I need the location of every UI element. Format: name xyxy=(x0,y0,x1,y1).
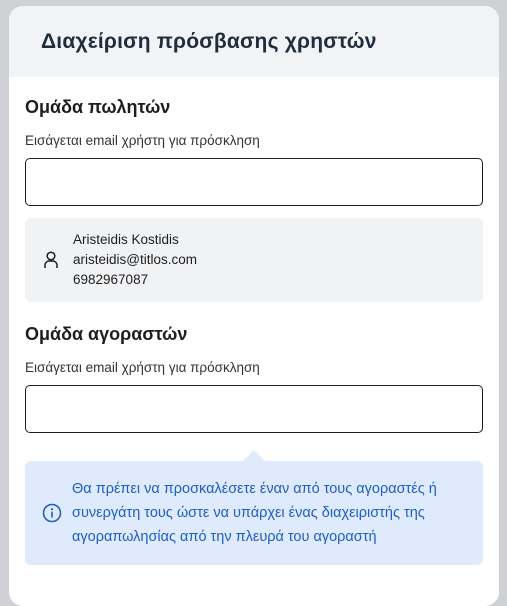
seller-user-email: aristeidis@titlos.com xyxy=(73,252,197,267)
buyers-email-input[interactable] xyxy=(25,385,483,433)
buyers-section-title: Ομάδα αγοραστών xyxy=(25,324,188,344)
user-icon xyxy=(41,250,61,270)
buyers-section: Ομάδα αγοραστών Εισάγεται email χρήστη γ… xyxy=(25,322,483,565)
seller-user-name: Aristeidis Kostidis xyxy=(73,232,179,247)
modal-body: Ομάδα πωλητών Εισάγεται email χρήστη για… xyxy=(9,77,499,565)
user-access-modal: Διαχείριση πρόσβασης χρηστών Ομάδα πωλητ… xyxy=(9,6,499,606)
info-icon xyxy=(42,503,62,523)
buyers-info-message: Θα πρέπει να προσκαλέσετε έναν από τους … xyxy=(25,450,483,565)
sellers-section: Ομάδα πωλητών Εισάγεται email χρήστη για… xyxy=(25,95,483,302)
modal-title: Διαχείριση πρόσβασης χρηστών xyxy=(41,29,377,53)
sellers-section-title: Ομάδα πωλητών xyxy=(25,97,171,117)
buyers-invite-label: Εισάγεται email χρήστη για πρόσκληση xyxy=(25,360,260,375)
modal-header: Διαχείριση πρόσβασης χρηστών xyxy=(9,6,499,77)
sellers-invite-label: Εισάγεται email χρήστη για πρόσκληση xyxy=(25,133,260,148)
seller-user-card: Aristeidis Kostidis aristeidis@titlos.co… xyxy=(25,218,483,302)
sellers-email-input[interactable] xyxy=(25,158,483,206)
seller-user-phone: 6982967087 xyxy=(73,272,149,287)
seller-user-details: Aristeidis Kostidis aristeidis@titlos.co… xyxy=(73,230,197,290)
info-message-text: Θα πρέπει να προσκαλέσετε έναν από τους … xyxy=(72,481,437,545)
